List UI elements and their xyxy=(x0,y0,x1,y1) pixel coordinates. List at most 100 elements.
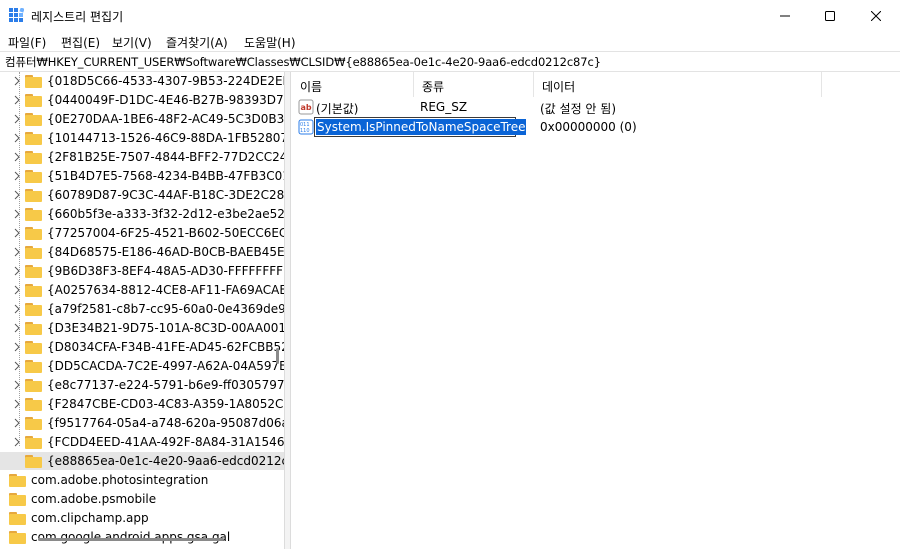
rename-input-text[interactable]: System.IsPinnedToNameSpaceTree xyxy=(316,119,527,135)
tree-vertical-scrollbar[interactable] xyxy=(276,348,279,364)
tree-item[interactable]: {D3E34B21-9D75-101A-8C3D-00AA001 xyxy=(0,319,284,337)
chevron-right-icon[interactable] xyxy=(12,323,22,333)
chevron-right-icon[interactable] xyxy=(12,247,22,257)
tree-item-selected[interactable]: {e88865ea-0e1c-4e20-9aa6-edcd0212c8 xyxy=(0,452,284,470)
tree-item[interactable]: {f9517764-05a4-a748-620a-95087d06a xyxy=(0,414,284,432)
tree-item-label: {DD5CACDA-7C2E-4997-A62A-04A597E xyxy=(47,359,285,373)
tree-item-label: {0440049F-D1DC-4E46-B27B-98393D79 xyxy=(47,93,285,107)
tree-item[interactable]: {60789D87-9C3C-44AF-B18C-3DE2C28 xyxy=(0,186,284,204)
value-data: 0x00000000 (0) xyxy=(540,120,637,134)
tree-item-label: {0E270DAA-1BE6-48F2-AC49-5C3D0B32 xyxy=(47,112,285,126)
column-type-header[interactable]: 종류 xyxy=(413,72,534,97)
key-tree[interactable]: {018D5C66-4533-4307-9B53-224DE2ED {04400… xyxy=(0,72,285,549)
chevron-right-icon[interactable] xyxy=(12,209,22,219)
tree-item[interactable]: {F2847CBE-CD03-4C83-A359-1A8052C xyxy=(0,395,284,413)
chevron-right-icon[interactable] xyxy=(12,228,22,238)
maximize-icon xyxy=(825,10,835,21)
address-path[interactable]: 컴퓨터₩HKEY_CURRENT_USER₩Software₩Classes₩C… xyxy=(5,54,601,70)
tree-item[interactable]: {a79f2581-c8b7-cc95-60a0-0e4369de92 xyxy=(0,300,284,318)
folder-icon xyxy=(9,531,26,544)
tree-item[interactable]: {DD5CACDA-7C2E-4997-A62A-04A597E xyxy=(0,357,284,375)
rename-input[interactable]: System.IsPinnedToNameSpaceTree xyxy=(314,117,527,137)
menu-favorites[interactable]: 즐겨찾기(A) xyxy=(166,34,228,51)
folder-icon xyxy=(25,113,42,126)
tree-item[interactable]: {77257004-6F25-4521-B602-50ECC6EC xyxy=(0,224,284,242)
value-type: REG_SZ xyxy=(420,100,468,114)
tree-item[interactable]: {0440049F-D1DC-4E46-B27B-98393D79 xyxy=(0,91,284,109)
value-list[interactable]: 이름 종류 데이터 ab (기본값) REG_SZ (값 설정 안 됨) 011… xyxy=(290,72,900,549)
menu-bar: 파일(F) 편집(E) 보기(V) 즐겨찾기(A) 도움말(H) xyxy=(0,31,900,51)
chevron-right-icon[interactable] xyxy=(12,190,22,200)
column-data-header[interactable]: 데이터 xyxy=(533,72,822,97)
menu-file[interactable]: 파일(F) xyxy=(8,34,46,51)
chevron-right-icon[interactable] xyxy=(12,171,22,181)
tree-item[interactable]: {D8034CFA-F34B-41FE-AD45-62FCBB52 xyxy=(0,338,284,356)
folder-icon xyxy=(25,208,42,221)
folder-icon xyxy=(25,189,42,202)
menu-help[interactable]: 도움말(H) xyxy=(244,34,296,51)
tree-item-label: {D3E34B21-9D75-101A-8C3D-00AA001 xyxy=(47,321,285,335)
tree-item-label: com.adobe.psmobile xyxy=(31,492,157,506)
tree-item[interactable]: {0E270DAA-1BE6-48F2-AC49-5C3D0B32 xyxy=(0,110,284,128)
address-bar[interactable]: 컴퓨터₩HKEY_CURRENT_USER₩Software₩Classes₩C… xyxy=(0,51,900,72)
chevron-right-icon[interactable] xyxy=(12,437,22,447)
chevron-right-icon[interactable] xyxy=(12,76,22,86)
chevron-right-icon[interactable] xyxy=(12,418,22,428)
tree-item[interactable]: com.clipchamp.app xyxy=(0,509,284,527)
tree-item[interactable]: com.google.android.apps.gsa.gal xyxy=(0,528,284,546)
tree-item-label: {e88865ea-0e1c-4e20-9aa6-edcd0212c8 xyxy=(47,454,285,468)
value-name: (기본값) xyxy=(316,102,359,116)
chevron-right-icon[interactable] xyxy=(12,342,22,352)
folder-icon xyxy=(25,303,42,316)
chevron-right-icon[interactable] xyxy=(12,380,22,390)
tree-item[interactable]: {10144713-1526-46C9-88DA-1FB52807 xyxy=(0,129,284,147)
list-row-editing[interactable]: 011 110 System.IsPinnedToNameSpaceTree 0… xyxy=(291,117,900,137)
folder-icon xyxy=(25,265,42,278)
tree-item[interactable]: {FCDD4EED-41AA-492F-8A84-31A1546 xyxy=(0,433,284,451)
folder-icon xyxy=(25,341,42,354)
tree-horizontal-scrollbar[interactable] xyxy=(38,538,224,541)
chevron-right-icon[interactable] xyxy=(12,114,22,124)
chevron-right-icon[interactable] xyxy=(12,285,22,295)
maximize-button[interactable] xyxy=(807,0,853,31)
tree-item-label: {FCDD4EED-41AA-492F-8A84-31A1546 xyxy=(47,435,285,449)
chevron-right-icon[interactable] xyxy=(12,266,22,276)
column-data-label: 데이터 xyxy=(542,80,576,94)
tree-item[interactable]: {51B4D7E5-7568-4234-B4BB-47FB3C01 xyxy=(0,167,284,185)
tree-item-label: com.clipchamp.app xyxy=(31,511,149,525)
menu-edit[interactable]: 편집(E) xyxy=(61,34,100,51)
tree-item-label: com.adobe.photosintegration xyxy=(31,473,209,487)
svg-text:ab: ab xyxy=(301,103,312,112)
list-row[interactable]: ab (기본값) REG_SZ (값 설정 안 됨) xyxy=(291,97,900,117)
folder-icon xyxy=(25,398,42,411)
value-data: (값 설정 안 됨) xyxy=(540,102,617,116)
tree-item-label: {77257004-6F25-4521-B602-50ECC6EC xyxy=(47,226,285,240)
tree-item[interactable]: {A0257634-8812-4CE8-AF11-FA69ACAE xyxy=(0,281,284,299)
tree-item-label: {660b5f3e-a333-3f32-2d12-e3be2ae525 xyxy=(47,207,285,221)
tree-item[interactable]: {2F81B25E-7507-4844-BFF2-77D2CC24 xyxy=(0,148,284,166)
chevron-right-icon[interactable] xyxy=(12,133,22,143)
menu-view[interactable]: 보기(V) xyxy=(112,34,152,51)
tree-item[interactable]: {84D68575-E186-46AD-B0CB-BAEB45EE xyxy=(0,243,284,261)
tree-item[interactable]: {660b5f3e-a333-3f32-2d12-e3be2ae525 xyxy=(0,205,284,223)
tree-item[interactable]: {e8c77137-e224-5791-b6e9-ff0305797a xyxy=(0,376,284,394)
close-button[interactable] xyxy=(853,0,899,31)
tree-item[interactable]: {9B6D38F3-8EF4-48A5-AD30-FFFFFFFF xyxy=(0,262,284,280)
folder-icon xyxy=(25,417,42,430)
column-type-label: 종류 xyxy=(422,80,445,94)
chevron-right-icon[interactable] xyxy=(12,95,22,105)
tree-item[interactable]: com.adobe.photosintegration xyxy=(0,471,284,489)
tree-item-label: {A0257634-8812-4CE8-AF11-FA69ACAE xyxy=(47,283,285,297)
chevron-right-icon[interactable] xyxy=(12,152,22,162)
title-bar: 레지스트리 편집기 xyxy=(0,0,900,32)
folder-icon xyxy=(25,170,42,183)
tree-item[interactable]: {018D5C66-4533-4307-9B53-224DE2ED xyxy=(0,72,284,90)
minimize-button[interactable] xyxy=(762,0,808,31)
tree-item-label: {10144713-1526-46C9-88DA-1FB52807 xyxy=(47,131,285,145)
chevron-right-icon[interactable] xyxy=(12,304,22,314)
chevron-right-icon[interactable] xyxy=(12,361,22,371)
tree-item-label: {84D68575-E186-46AD-B0CB-BAEB45EE xyxy=(47,245,285,259)
chevron-right-icon[interactable] xyxy=(12,399,22,409)
tree-item[interactable]: com.adobe.psmobile xyxy=(0,490,284,508)
column-name-header[interactable]: 이름 xyxy=(291,72,414,97)
